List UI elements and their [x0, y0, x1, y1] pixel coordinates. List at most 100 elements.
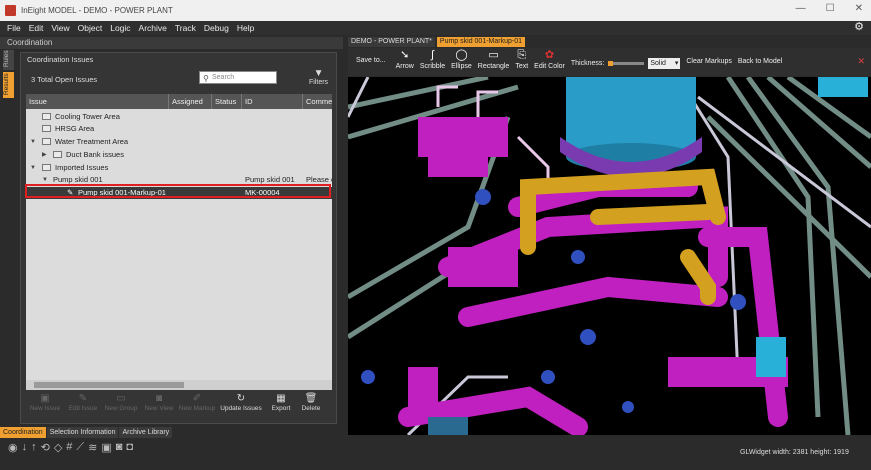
chevron-down-icon: ▾	[674, 60, 679, 67]
thickness-slider-handle[interactable]	[608, 61, 614, 66]
ellipse-tool-button[interactable]: ◯ Ellipse	[451, 48, 472, 70]
issues-table: Issue Assigned Status ID Comme Cooling T…	[26, 94, 332, 390]
markup-toolbar: Save to... ➘ Arrow ∫ Scribble ◯ Ellipse ▭ Re…	[348, 48, 871, 76]
menu-object[interactable]: Object	[78, 23, 103, 33]
menu-logic[interactable]: Logic	[110, 23, 130, 33]
column-assigned[interactable]: Assigned	[169, 94, 212, 109]
column-status[interactable]: Status	[212, 94, 242, 109]
clear-markups-button[interactable]: Clear Markups	[686, 58, 732, 65]
close-markup-icon[interactable]: ✕	[857, 56, 865, 67]
sync-icon[interactable]: ⟲	[41, 441, 50, 454]
tab-power-plant[interactable]: DEMO - POWER PLANT*	[348, 37, 435, 47]
tab-archive-library[interactable]: Archive Library	[119, 427, 173, 438]
minimize-icon[interactable]: —	[796, 3, 806, 14]
title-bar: InEight MODEL - DEMO - POWER PLANT — ☐ ✕	[0, 0, 871, 21]
scribble-tool-button[interactable]: ∫ Scribble	[420, 48, 445, 70]
tab-selection-information[interactable]: Selection Information	[46, 427, 119, 438]
edit-issue-button[interactable]: ✎ Edit Issue	[64, 392, 102, 422]
plant-model-render	[348, 77, 871, 435]
column-issue[interactable]: Issue	[26, 94, 169, 109]
rectangle-icon: ▭	[488, 49, 499, 61]
table-row[interactable]: Cooling Tower Area	[26, 111, 332, 123]
maximize-icon[interactable]: ☐	[826, 3, 835, 14]
table-row[interactable]: ▼ Imported Issues	[26, 162, 332, 174]
chevron-down-icon[interactable]: ▼	[30, 162, 36, 174]
layers-icon[interactable]: ≋	[88, 441, 97, 454]
color-palette-icon: ✿	[544, 49, 555, 61]
bottom-tool-strip: ◉ ↓ ↑ ⟲ ◇ # ⟋ ≋ ▣ ◙ ◘	[8, 441, 133, 454]
menu-bar: File Edit View Object Logic Archive Trac…	[0, 21, 871, 35]
filters-button[interactable]: ▼ Filters	[309, 69, 329, 87]
new-markup-button[interactable]: ✐ New Markup	[178, 392, 216, 422]
menu-view[interactable]: View	[51, 23, 69, 33]
measure-icon[interactable]: ⟋	[76, 441, 84, 454]
text-tool-button[interactable]: ⎘ Text	[515, 48, 528, 70]
search-icon: ⚲	[203, 74, 209, 83]
table-row[interactable]: HRSG Area	[26, 123, 332, 135]
text-icon: ⎘	[517, 49, 527, 61]
arrow-icon: ➘	[400, 49, 410, 61]
close-icon[interactable]: ✕	[855, 3, 863, 14]
menu-track[interactable]: Track	[175, 23, 196, 33]
new-view-button[interactable]: ◙ New View	[140, 392, 178, 422]
delete-button[interactable]: 🗑 Delete	[296, 392, 326, 422]
update-issues-button[interactable]: ↻ Update Issues	[216, 392, 266, 422]
camera-icon: ◙	[155, 393, 163, 404]
side-tab-results[interactable]: Results	[3, 72, 14, 98]
tab-coordination[interactable]: Coordination	[0, 427, 46, 438]
camera-icon[interactable]: ◙	[116, 441, 123, 454]
issue-toolbar: ▣ New Issue ✎ Edit Issue ▭ New Group ◙ New V…	[26, 392, 332, 422]
ellipse-icon: ◯	[455, 49, 468, 61]
tab-markup[interactable]: Pump skid 001-Markup-01	[436, 37, 525, 47]
horizontal-scrollbar[interactable]	[26, 380, 332, 390]
export-icon: ▦	[276, 393, 286, 404]
bottom-tabs: Coordination Selection Information Archi…	[0, 427, 173, 438]
thickness-slider[interactable]	[608, 61, 645, 66]
menu-help[interactable]: Help	[237, 23, 254, 33]
menu-edit[interactable]: Edit	[29, 23, 44, 33]
search-input[interactable]: ⚲ Search	[199, 71, 277, 84]
filters-label: Filters	[309, 79, 329, 86]
new-issue-button[interactable]: ▣ New Issue	[26, 392, 64, 422]
edit-color-button[interactable]: ✿ Edit Color	[534, 48, 565, 70]
trash-icon: 🗑	[304, 393, 318, 404]
chevron-down-icon[interactable]: ▼	[30, 136, 36, 148]
open-issues-count: 3 Total Open Issues	[31, 75, 98, 84]
column-comment[interactable]: Comme	[303, 94, 332, 109]
broadcast-icon[interactable]: ◉	[8, 441, 18, 454]
gear-icon[interactable]: ⚙	[854, 20, 864, 33]
line-style-select[interactable]: Solid ▾	[648, 58, 681, 69]
cube-icon[interactable]: ◇	[54, 441, 62, 454]
menu-file[interactable]: File	[7, 23, 21, 33]
chevron-right-icon[interactable]: ▶	[42, 149, 47, 161]
new-issue-icon: ▣	[40, 393, 50, 404]
thickness-control: Thickness: Solid ▾	[571, 58, 681, 69]
save-to-button[interactable]: Save to...	[356, 57, 386, 64]
export-button[interactable]: ▦ Export	[266, 392, 296, 422]
arrow-tool-button[interactable]: ➘ Arrow	[396, 48, 414, 70]
table-row[interactable]: ▼ Water Treatment Area	[26, 136, 332, 148]
window-title: InEight MODEL - DEMO - POWER PLANT	[21, 6, 173, 15]
edit-icon: ✎	[78, 393, 88, 404]
side-tab-rules[interactable]: Rules	[3, 50, 14, 70]
column-id[interactable]: ID	[242, 94, 303, 109]
menu-archive[interactable]: Archive	[139, 23, 167, 33]
3d-viewport[interactable]	[348, 77, 871, 435]
rectangle-tool-button[interactable]: ▭ Rectangle	[478, 48, 510, 70]
status-text: GLWidget width: 2381 height: 1919	[740, 449, 849, 456]
refresh-icon: ↻	[236, 393, 246, 404]
back-to-model-button[interactable]: Back to Model	[738, 58, 782, 65]
side-tabs: Rules Results	[3, 50, 14, 100]
grid-icon[interactable]: #	[66, 441, 72, 454]
menu-debug[interactable]: Debug	[204, 23, 229, 33]
scrollbar-thumb[interactable]	[34, 382, 184, 388]
snapshot-icon[interactable]: ◘	[126, 441, 133, 454]
table-row[interactable]: ▶ Duct Bank issues	[26, 149, 332, 161]
box-icon[interactable]: ▣	[101, 441, 111, 454]
arrow-down-icon[interactable]: ↓	[22, 441, 28, 454]
coordination-issues-panel: Coordination Issues 3 Total Open Issues …	[20, 52, 337, 424]
table-header: Issue Assigned Status ID Comme	[26, 94, 332, 109]
new-group-button[interactable]: ▭ New Group	[102, 392, 140, 422]
arrow-up-icon[interactable]: ↑	[31, 441, 37, 454]
folder-icon	[42, 113, 51, 120]
